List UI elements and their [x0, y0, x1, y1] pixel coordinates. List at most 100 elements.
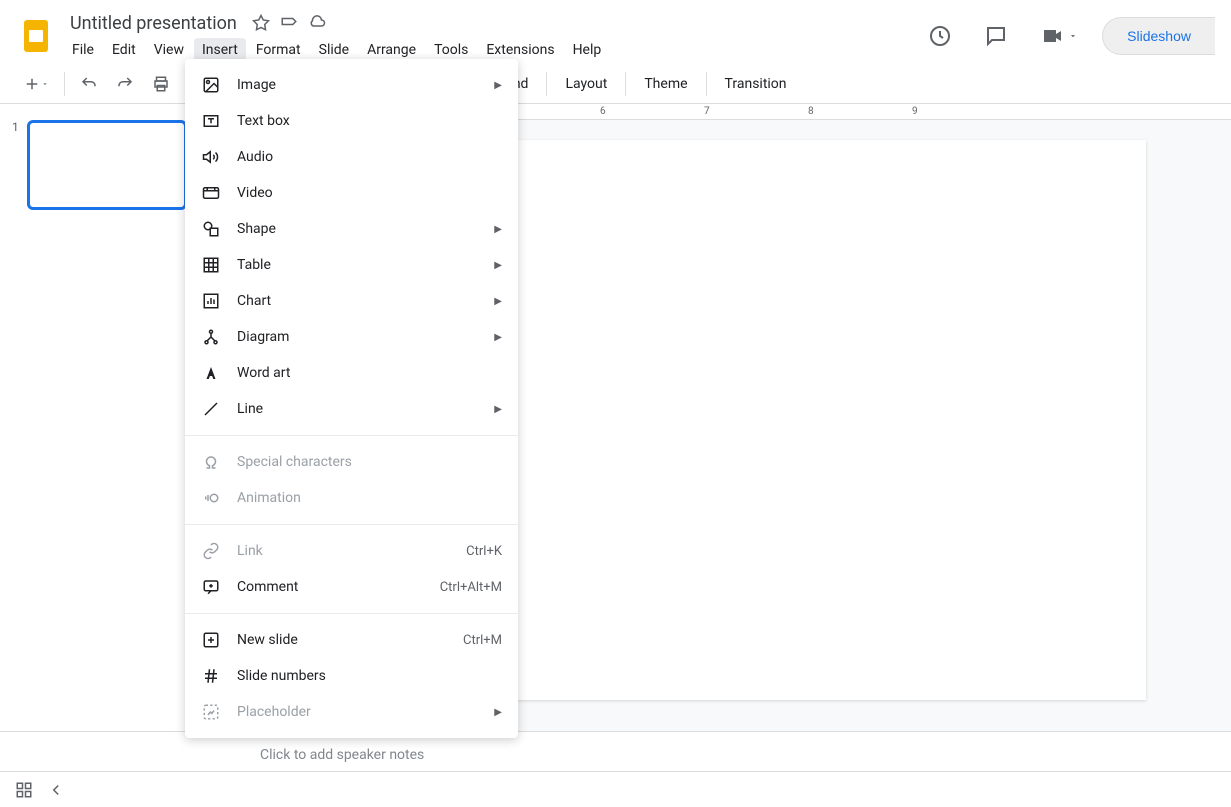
redo-button[interactable]: [109, 68, 141, 100]
history-icon[interactable]: [920, 16, 960, 56]
submenu-arrow-icon: ▶: [494, 707, 502, 718]
move-icon[interactable]: [279, 13, 299, 33]
print-button[interactable]: [145, 68, 177, 100]
image-icon: [201, 75, 221, 95]
dropdown-label: Chart: [237, 293, 494, 309]
shape-icon: [201, 219, 221, 239]
submenu-arrow-icon: ▶: [494, 296, 502, 307]
dropdown-label: Video: [237, 185, 502, 201]
theme-button[interactable]: Theme: [634, 72, 697, 96]
slide-panel: 1: [0, 104, 200, 731]
dropdown-item-animation: Animation: [185, 480, 518, 516]
dropdown-label: Image: [237, 77, 494, 93]
video-icon: [201, 183, 221, 203]
undo-button[interactable]: [73, 68, 105, 100]
dropdown-item-text-box[interactable]: Text box: [185, 103, 518, 139]
diagram-icon: [201, 327, 221, 347]
dropdown-item-shape[interactable]: Shape▶: [185, 211, 518, 247]
menu-help[interactable]: Help: [565, 38, 610, 62]
submenu-arrow-icon: ▶: [494, 80, 502, 91]
submenu-arrow-icon: ▶: [494, 332, 502, 343]
transition-button[interactable]: Transition: [715, 72, 797, 96]
omega-icon: [201, 452, 221, 472]
dropdown-item-table[interactable]: Table▶: [185, 247, 518, 283]
menu-view[interactable]: View: [146, 38, 192, 62]
dropdown-item-slide-numbers[interactable]: Slide numbers: [185, 658, 518, 694]
comments-icon[interactable]: [976, 16, 1016, 56]
menu-slide[interactable]: Slide: [311, 38, 357, 62]
dropdown-item-video[interactable]: Video: [185, 175, 518, 211]
menu-format[interactable]: Format: [248, 38, 309, 62]
chart-icon: [201, 291, 221, 311]
dropdown-item-chart[interactable]: Chart▶: [185, 283, 518, 319]
separator: [546, 72, 547, 96]
dropdown-item-special-characters: Special characters: [185, 444, 518, 480]
shortcut-label: Ctrl+K: [466, 544, 502, 559]
ruler-mark: 9: [912, 106, 918, 117]
dropdown-label: Text box: [237, 113, 502, 129]
motion-icon: [201, 488, 221, 508]
grid-view-icon[interactable]: [12, 778, 36, 802]
submenu-arrow-icon: ▶: [494, 404, 502, 415]
menu-tools[interactable]: Tools: [426, 38, 476, 62]
dropdown-label: New slide: [237, 632, 463, 648]
dropdown-label: Word art: [237, 365, 502, 381]
plus-icon: [201, 630, 221, 650]
menu-file[interactable]: File: [64, 38, 102, 62]
insert-dropdown: Image▶Text boxAudioVideoShape▶Table▶Char…: [185, 59, 518, 738]
present-camera-button[interactable]: [1032, 18, 1086, 54]
menu-arrange[interactable]: Arrange: [359, 38, 424, 62]
dropdown-label: Shape: [237, 221, 494, 237]
dropdown-label: Placeholder: [237, 704, 494, 720]
shortcut-label: Ctrl+M: [463, 633, 502, 648]
menu-extensions[interactable]: Extensions: [478, 38, 562, 62]
dropdown-label: Link: [237, 543, 466, 559]
dropdown-item-line[interactable]: Line▶: [185, 391, 518, 427]
dropdown-label: Table: [237, 257, 494, 273]
cloud-icon[interactable]: [307, 13, 327, 33]
speaker-notes[interactable]: Click to add speaker notes: [0, 731, 1231, 771]
dropdown-item-new-slide[interactable]: New slideCtrl+M: [185, 622, 518, 658]
dropdown-label: Animation: [237, 490, 502, 506]
dropdown-label: Audio: [237, 149, 502, 165]
separator: [625, 72, 626, 96]
slides-logo[interactable]: [16, 16, 56, 56]
dropdown-item-diagram[interactable]: Diagram▶: [185, 319, 518, 355]
shortcut-label: Ctrl+Alt+M: [440, 580, 502, 595]
layout-button[interactable]: Layout: [555, 72, 617, 96]
textbox-icon: [201, 111, 221, 131]
wordart-icon: [201, 363, 221, 383]
dropdown-label: Slide numbers: [237, 668, 502, 684]
new-slide-button[interactable]: [16, 68, 56, 100]
line-icon: [201, 399, 221, 419]
submenu-arrow-icon: ▶: [494, 224, 502, 235]
menu-edit[interactable]: Edit: [104, 38, 144, 62]
star-icon[interactable]: [251, 13, 271, 33]
table-icon: [201, 255, 221, 275]
separator: [185, 613, 518, 614]
slide-number: 1: [12, 120, 19, 210]
link-icon: [201, 541, 221, 561]
menu-bar: File Edit View Insert Format Slide Arran…: [64, 38, 920, 62]
dropdown-item-word-art[interactable]: Word art: [185, 355, 518, 391]
menu-insert[interactable]: Insert: [194, 38, 246, 62]
dropdown-label: Comment: [237, 579, 440, 595]
placeholder-icon: [201, 702, 221, 722]
separator: [185, 524, 518, 525]
slide-thumbnail[interactable]: [27, 120, 187, 210]
slideshow-button[interactable]: Slideshow: [1102, 17, 1215, 55]
notes-placeholder: Click to add speaker notes: [260, 747, 424, 763]
submenu-arrow-icon: ▶: [494, 260, 502, 271]
audio-icon: [201, 147, 221, 167]
ruler-mark: 7: [704, 106, 710, 117]
comment-icon: [201, 577, 221, 597]
dropdown-item-comment[interactable]: CommentCtrl+Alt+M: [185, 569, 518, 605]
separator: [706, 72, 707, 96]
ruler-mark: 8: [808, 106, 814, 117]
doc-title[interactable]: Untitled presentation: [64, 11, 243, 36]
collapse-icon[interactable]: [44, 778, 68, 802]
dropdown-item-image[interactable]: Image▶: [185, 67, 518, 103]
hash-icon: [201, 666, 221, 686]
dropdown-item-audio[interactable]: Audio: [185, 139, 518, 175]
dropdown-label: Special characters: [237, 454, 502, 470]
